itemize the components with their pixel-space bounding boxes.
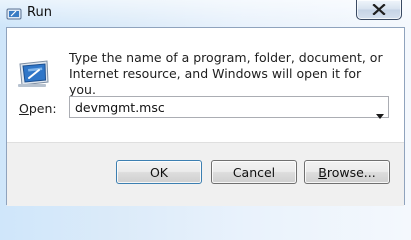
close-button[interactable] (356, 0, 402, 20)
browse-mnemonic: B (318, 164, 327, 180)
open-combobox[interactable] (69, 96, 389, 119)
browse-label: rowse... (326, 164, 376, 180)
run-program-icon (14, 55, 52, 89)
window-title: Run (27, 5, 52, 20)
open-label: Open: (19, 101, 57, 116)
open-label-mnemonic: O (19, 101, 29, 116)
title-bar: Run (0, 0, 411, 26)
cancel-button[interactable]: Cancel (211, 160, 297, 184)
command-input[interactable] (70, 97, 366, 117)
run-icon (6, 6, 22, 20)
description-text: Type the name of a program, folder, docu… (69, 50, 383, 97)
open-label-text: pen: (28, 101, 57, 116)
ok-button[interactable]: OK (116, 160, 202, 184)
chevron-down-icon[interactable] (376, 104, 384, 119)
browse-button[interactable]: Browse... (304, 160, 390, 184)
